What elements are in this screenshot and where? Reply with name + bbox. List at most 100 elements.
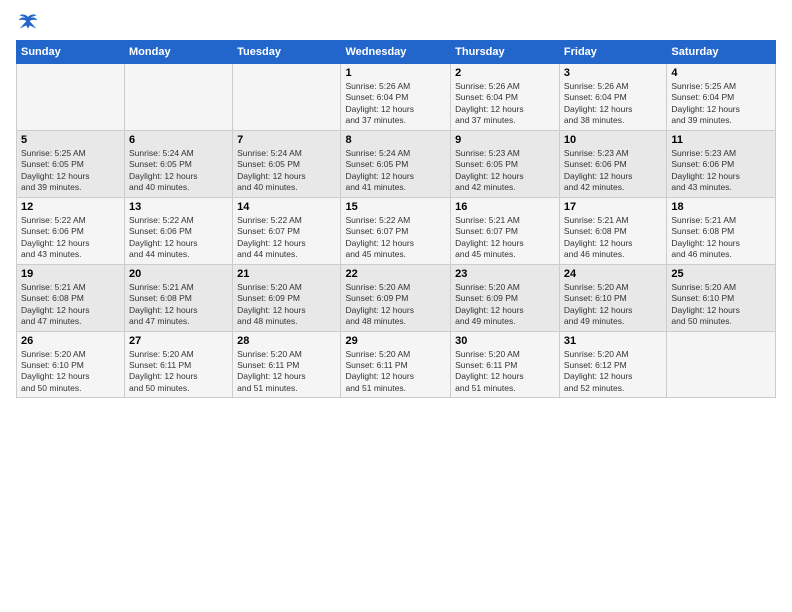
day-number: 8 [345, 134, 446, 146]
day-number: 17 [564, 201, 662, 213]
day-info: Sunrise: 5:22 AM Sunset: 6:07 PM Dayligh… [345, 215, 446, 261]
day-cell-6: 6 Sunrise: 5:24 AM Sunset: 6:05 PM Daylig… [125, 130, 233, 197]
day-cell-18: 18Sunrise: 5:21 AM Sunset: 6:08 PM Dayli… [667, 197, 776, 264]
day-number: 12 [21, 201, 120, 213]
day-number: 10 [564, 134, 662, 146]
day-info: Sunrise: 5:25 AM Sunset: 6:04 PM Dayligh… [671, 81, 771, 127]
day-info: Sunrise: 5:20 AM Sunset: 6:11 PM Dayligh… [455, 349, 555, 395]
col-header-thursday: Thursday [451, 41, 560, 64]
week-row-3: 12 Sunrise: 5:22 AM Sunset: 6:06 PM Dayli… [17, 197, 776, 264]
day-number: 11 [671, 134, 771, 146]
day-cell-4: 4 Sunrise: 5:25 AM Sunset: 6:04 PM Daylig… [667, 64, 776, 131]
empty-cell [125, 64, 233, 131]
day-number: 1 [345, 67, 446, 79]
day-number: 27 [129, 335, 228, 347]
day-info: Sunrise: 5:22 AM Sunset: 6:06 PM Dayligh… [21, 215, 120, 261]
day-info: Sunrise: 5:24 AM Sunset: 6:05 PM Dayligh… [345, 148, 446, 194]
day-cell-15: 15 Sunrise: 5:22 AM Sunset: 6:07 PM Dayli… [341, 197, 451, 264]
day-info: Sunrise: 5:23 AM Sunset: 6:06 PM Dayligh… [671, 148, 771, 194]
day-cell-23: 23 Sunrise: 5:20 AM Sunset: 6:09 PM Dayli… [451, 264, 560, 331]
day-number: 6 [129, 134, 228, 146]
day-cell-3: 3Sunrise: 5:26 AM Sunset: 6:04 PM Daylig… [559, 64, 666, 131]
day-info: Sunrise: 5:25 AM Sunset: 6:05 PM Dayligh… [21, 148, 120, 194]
day-info: Sunrise: 5:20 AM Sunset: 6:09 PM Dayligh… [455, 282, 555, 328]
day-info: Sunrise: 5:21 AM Sunset: 6:07 PM Dayligh… [455, 215, 555, 261]
header-row: SundayMondayTuesdayWednesdayThursdayFrid… [17, 41, 776, 64]
day-info: Sunrise: 5:21 AM Sunset: 6:08 PM Dayligh… [671, 215, 771, 261]
day-number: 28 [237, 335, 336, 347]
day-number: 9 [455, 134, 555, 146]
col-header-saturday: Saturday [667, 41, 776, 64]
empty-cell [667, 331, 776, 398]
day-info: Sunrise: 5:20 AM Sunset: 6:11 PM Dayligh… [345, 349, 446, 395]
day-info: Sunrise: 5:21 AM Sunset: 6:08 PM Dayligh… [129, 282, 228, 328]
day-info: Sunrise: 5:20 AM Sunset: 6:10 PM Dayligh… [21, 349, 120, 395]
day-number: 14 [237, 201, 336, 213]
day-number: 23 [455, 268, 555, 280]
day-info: Sunrise: 5:20 AM Sunset: 6:11 PM Dayligh… [237, 349, 336, 395]
logo [16, 12, 38, 32]
day-cell-22: 22Sunrise: 5:20 AM Sunset: 6:09 PM Dayli… [341, 264, 451, 331]
week-row-5: 26 Sunrise: 5:20 AM Sunset: 6:10 PM Dayli… [17, 331, 776, 398]
week-row-4: 19 Sunrise: 5:21 AM Sunset: 6:08 PM Dayli… [17, 264, 776, 331]
day-cell-10: 10 Sunrise: 5:23 AM Sunset: 6:06 PM Dayli… [559, 130, 666, 197]
day-number: 31 [564, 335, 662, 347]
logo-bird-icon [18, 12, 38, 32]
day-cell-30: 30Sunrise: 5:20 AM Sunset: 6:11 PM Dayli… [451, 331, 560, 398]
day-cell-31: 31 Sunrise: 5:20 AM Sunset: 6:12 PM Dayli… [559, 331, 666, 398]
empty-cell [17, 64, 125, 131]
day-info: Sunrise: 5:21 AM Sunset: 6:08 PM Dayligh… [564, 215, 662, 261]
day-number: 25 [671, 268, 771, 280]
day-number: 19 [21, 268, 120, 280]
header [16, 12, 776, 32]
day-number: 5 [21, 134, 120, 146]
day-cell-25: 25Sunrise: 5:20 AM Sunset: 6:10 PM Dayli… [667, 264, 776, 331]
col-header-wednesday: Wednesday [341, 41, 451, 64]
day-cell-5: 5 Sunrise: 5:25 AM Sunset: 6:05 PM Daylig… [17, 130, 125, 197]
empty-cell [233, 64, 341, 131]
day-info: Sunrise: 5:24 AM Sunset: 6:05 PM Dayligh… [237, 148, 336, 194]
day-cell-26: 26 Sunrise: 5:20 AM Sunset: 6:10 PM Dayli… [17, 331, 125, 398]
day-number: 24 [564, 268, 662, 280]
day-cell-14: 14Sunrise: 5:22 AM Sunset: 6:07 PM Dayli… [233, 197, 341, 264]
page: SundayMondayTuesdayWednesdayThursdayFrid… [0, 0, 792, 612]
day-info: Sunrise: 5:23 AM Sunset: 6:06 PM Dayligh… [564, 148, 662, 194]
day-cell-21: 21Sunrise: 5:20 AM Sunset: 6:09 PM Dayli… [233, 264, 341, 331]
day-number: 7 [237, 134, 336, 146]
day-info: Sunrise: 5:24 AM Sunset: 6:05 PM Dayligh… [129, 148, 228, 194]
day-cell-24: 24Sunrise: 5:20 AM Sunset: 6:10 PM Dayli… [559, 264, 666, 331]
day-cell-28: 28 Sunrise: 5:20 AM Sunset: 6:11 PM Dayli… [233, 331, 341, 398]
col-header-monday: Monday [125, 41, 233, 64]
day-number: 20 [129, 268, 228, 280]
day-number: 4 [671, 67, 771, 79]
day-cell-17: 17 Sunrise: 5:21 AM Sunset: 6:08 PM Dayli… [559, 197, 666, 264]
day-cell-8: 8 Sunrise: 5:24 AM Sunset: 6:05 PM Daylig… [341, 130, 451, 197]
day-cell-19: 19 Sunrise: 5:21 AM Sunset: 6:08 PM Dayli… [17, 264, 125, 331]
day-info: Sunrise: 5:26 AM Sunset: 6:04 PM Dayligh… [345, 81, 446, 127]
day-number: 15 [345, 201, 446, 213]
day-info: Sunrise: 5:23 AM Sunset: 6:05 PM Dayligh… [455, 148, 555, 194]
col-header-sunday: Sunday [17, 41, 125, 64]
day-number: 13 [129, 201, 228, 213]
week-row-1: 1 Sunrise: 5:26 AM Sunset: 6:04 PM Daylig… [17, 64, 776, 131]
day-cell-29: 29Sunrise: 5:20 AM Sunset: 6:11 PM Dayli… [341, 331, 451, 398]
week-row-2: 5 Sunrise: 5:25 AM Sunset: 6:05 PM Daylig… [17, 130, 776, 197]
day-cell-13: 13Sunrise: 5:22 AM Sunset: 6:06 PM Dayli… [125, 197, 233, 264]
day-number: 3 [564, 67, 662, 79]
day-cell-2: 2 Sunrise: 5:26 AM Sunset: 6:04 PM Daylig… [451, 64, 560, 131]
day-cell-7: 7 Sunrise: 5:24 AM Sunset: 6:05 PM Daylig… [233, 130, 341, 197]
day-info: Sunrise: 5:20 AM Sunset: 6:09 PM Dayligh… [345, 282, 446, 328]
day-number: 16 [455, 201, 555, 213]
day-cell-1: 1 Sunrise: 5:26 AM Sunset: 6:04 PM Daylig… [341, 64, 451, 131]
day-cell-11: 11 Sunrise: 5:23 AM Sunset: 6:06 PM Dayli… [667, 130, 776, 197]
day-cell-9: 9 Sunrise: 5:23 AM Sunset: 6:05 PM Daylig… [451, 130, 560, 197]
day-cell-20: 20 Sunrise: 5:21 AM Sunset: 6:08 PM Dayli… [125, 264, 233, 331]
day-number: 21 [237, 268, 336, 280]
day-number: 26 [21, 335, 120, 347]
day-cell-16: 16 Sunrise: 5:21 AM Sunset: 6:07 PM Dayli… [451, 197, 560, 264]
day-info: Sunrise: 5:20 AM Sunset: 6:12 PM Dayligh… [564, 349, 662, 395]
day-info: Sunrise: 5:26 AM Sunset: 6:04 PM Dayligh… [455, 81, 555, 127]
day-number: 2 [455, 67, 555, 79]
day-cell-12: 12 Sunrise: 5:22 AM Sunset: 6:06 PM Dayli… [17, 197, 125, 264]
day-info: Sunrise: 5:21 AM Sunset: 6:08 PM Dayligh… [21, 282, 120, 328]
